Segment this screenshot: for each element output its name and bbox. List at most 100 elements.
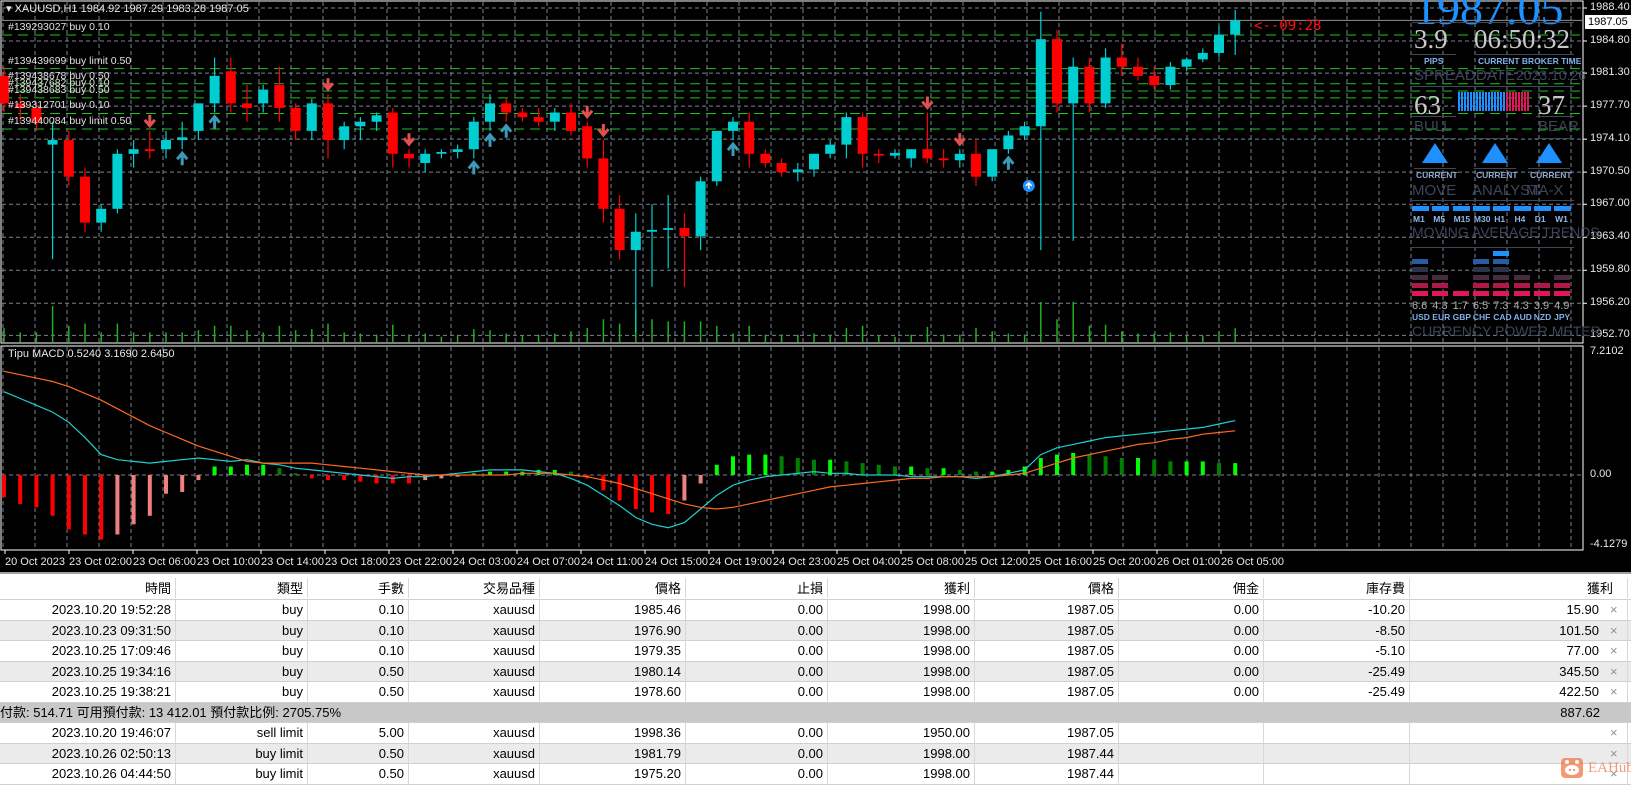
chart-title: ▾ XAUUSD,H1 1984.92 1987.29 1983.28 1987… xyxy=(6,2,249,15)
trade-terminal: 時間 類型 手數 交易品種 價格 止損 獲利 價格 佣金 庫存費 獲利 2023.10.20 19:… xyxy=(0,572,1631,785)
cell-3: xauusd xyxy=(409,723,540,743)
cell-4: 1975.20 xyxy=(540,764,686,784)
cell-2: 0.10 xyxy=(308,600,409,620)
currency-value: 6.6 xyxy=(1412,300,1428,312)
close-position-button[interactable]: × xyxy=(1610,682,1618,702)
cell-9 xyxy=(1264,743,1410,764)
candle-bull xyxy=(1035,39,1046,127)
pig-logo-icon xyxy=(1561,758,1583,778)
order-label[interactable]: #139438683 buy 0.50 xyxy=(8,84,110,96)
position-row[interactable]: 2023.10.25 19:38:21 buy 0.50 xauusd 1978.60 0… xyxy=(0,682,1631,703)
candle-bull xyxy=(306,103,317,131)
order-label[interactable]: #139293027 buy 0.10 xyxy=(8,21,110,33)
pending-order-row[interactable]: 2023.10.26 02:50:13 buy limit 0.50 xauusd 19… xyxy=(0,743,1631,764)
ratio-stripe xyxy=(1521,92,1523,111)
time-axis-label: 23 Oct 06:00 xyxy=(133,556,196,568)
candle-bull xyxy=(1068,66,1079,104)
candle-bear xyxy=(566,112,576,131)
ratio-stripe xyxy=(1512,92,1514,111)
cell-0: 2023.10.25 19:34:16 xyxy=(0,661,176,682)
column-header[interactable]: 交易品種 xyxy=(409,578,540,598)
price-chart[interactable]: ▾ XAUUSD,H1 1984.92 1987.29 1983.28 1987… xyxy=(0,0,1631,572)
column-header[interactable]: 庫存費 xyxy=(1264,578,1410,598)
timeframe-label: H4 xyxy=(1514,214,1526,224)
cell-5: 0.00 xyxy=(686,743,828,764)
cell-0: 2023.10.26 04:44:50 xyxy=(0,764,176,784)
time-axis-label: 25 Oct 20:00 xyxy=(1093,556,1156,568)
position-row[interactable]: 2023.10.23 09:31:50 buy 0.10 xauusd 1976.90 0… xyxy=(0,620,1631,641)
signal-caption: CURRENT xyxy=(1416,170,1458,180)
currency-strength-bar xyxy=(1554,291,1571,296)
position-row[interactable]: 2023.10.25 19:34:16 buy 0.50 xauusd 1980.14 0… xyxy=(0,661,1631,682)
macd-histogram-bar xyxy=(536,469,541,475)
candle-bull xyxy=(1003,135,1014,150)
time-axis-label: 24 Oct 23:00 xyxy=(773,556,836,568)
ratio-stripe xyxy=(1515,92,1517,111)
column-header[interactable]: 時間 xyxy=(0,578,176,598)
close-position-button[interactable]: × xyxy=(1610,621,1618,641)
column-header[interactable]: 獲利 xyxy=(1410,578,1628,598)
candle-bear xyxy=(873,153,884,156)
candle-bull xyxy=(906,149,917,159)
close-position-button[interactable]: × xyxy=(1610,600,1618,620)
order-label[interactable]: #139440084 buy limit 0.50 xyxy=(8,115,131,127)
close-position-button[interactable]: × xyxy=(1610,641,1618,661)
macd-histogram-bar xyxy=(779,456,784,475)
candle-bull xyxy=(792,169,803,173)
trend-bar-m5 xyxy=(1432,206,1450,211)
currency-meter-title: CURRENCY POWER METER xyxy=(1412,323,1601,339)
table-header: 時間 類型 手數 交易品種 價格 止損 獲利 價格 佣金 庫存費 獲利 xyxy=(0,578,1631,600)
price-axis-label: 1974.10 xyxy=(1590,132,1630,145)
candle-bear xyxy=(598,158,609,209)
currency-strength-bar xyxy=(1452,291,1469,296)
time-axis-label: 26 Oct 05:00 xyxy=(1221,556,1284,568)
column-header[interactable]: 佣金 xyxy=(1119,578,1264,598)
currency-value: 6.5 xyxy=(1472,300,1489,312)
column-header[interactable]: 價格 xyxy=(975,578,1119,598)
macd-histogram-bar xyxy=(1103,456,1108,475)
macd-histogram-bar xyxy=(714,464,719,475)
total-profit: 887.62 xyxy=(1560,704,1600,720)
candle-bull xyxy=(1230,20,1241,35)
macd-histogram-bar xyxy=(212,466,217,475)
ratio-stripe xyxy=(1497,92,1499,111)
column-header[interactable]: 手數 xyxy=(308,578,409,598)
macd-histogram-bar xyxy=(1119,458,1124,475)
candle-bear xyxy=(225,71,236,104)
ratio-stripe xyxy=(1473,92,1475,111)
pending-order-row[interactable]: 2023.10.26 04:44:50 buy limit 0.50 xauusd 19… xyxy=(0,764,1631,785)
currency-strength-bar xyxy=(1412,291,1428,296)
macd-histogram-bar xyxy=(245,464,249,475)
pending-order-row[interactable]: 2023.10.20 19:46:07 sell limit 5.00 xauusd 1… xyxy=(0,723,1631,744)
trend-bar-m30 xyxy=(1472,206,1490,211)
broker-time-caption: CURRENT BROKER TIME xyxy=(1478,56,1582,66)
cell-7: 1987.44 xyxy=(975,764,1119,784)
currency-strength-bar xyxy=(1533,283,1550,288)
ratio-stripe xyxy=(1470,92,1472,111)
candle-bear xyxy=(501,103,512,113)
date-label: DATE xyxy=(1476,67,1515,84)
signal-label: MA-X xyxy=(1526,182,1564,199)
column-header[interactable]: 類型 xyxy=(176,578,308,598)
column-header[interactable]: 止損 xyxy=(686,578,828,598)
position-row[interactable]: 2023.10.20 19:52:28 buy 0.10 xauusd 1985.46 0… xyxy=(0,600,1631,621)
cell-2: 0.10 xyxy=(308,620,409,641)
position-row[interactable]: 2023.10.25 17:09:46 buy 0.10 xauusd 1979.35 0… xyxy=(0,641,1631,662)
order-label[interactable]: #139439699 buy limit 0.50 xyxy=(8,55,131,67)
candle-bull xyxy=(1165,66,1176,86)
macd-histogram-bar xyxy=(1168,461,1173,475)
candle-bear xyxy=(404,153,414,159)
delete-order-button[interactable]: × xyxy=(1610,723,1618,743)
cell-5: 0.00 xyxy=(686,723,828,743)
macd-histogram-bar xyxy=(601,475,606,491)
close-position-button[interactable]: × xyxy=(1610,662,1618,682)
chart-canvas[interactable] xyxy=(0,0,1631,572)
candle-bull xyxy=(549,112,560,122)
column-header[interactable]: 獲利 xyxy=(828,578,975,598)
currency-strength-bar xyxy=(1493,291,1510,296)
column-header[interactable]: 價格 xyxy=(540,578,686,598)
order-label[interactable]: #139312701 buy 0.10 xyxy=(8,99,110,111)
chart-menu-triangle-icon[interactable]: ▾ xyxy=(6,3,15,15)
cell-8: 0.00 xyxy=(1119,661,1264,682)
cell-5: 0.00 xyxy=(686,600,828,620)
